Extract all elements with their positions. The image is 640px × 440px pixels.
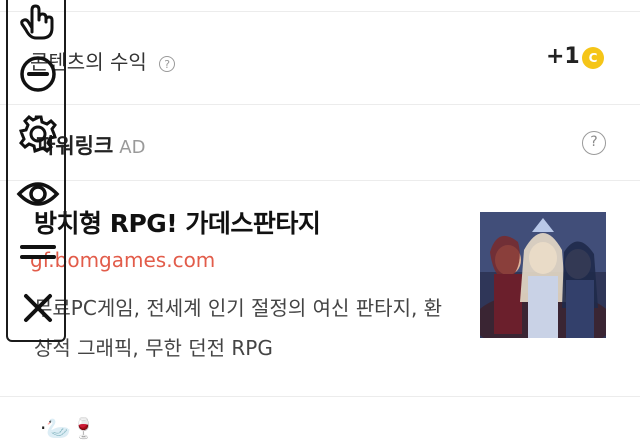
ad-thumbnail-image[interactable] bbox=[480, 212, 606, 338]
divider-content bbox=[0, 104, 640, 105]
divider-bottom bbox=[0, 396, 640, 397]
minus-button[interactable] bbox=[14, 50, 62, 98]
hand-pointer-button[interactable] bbox=[14, 0, 62, 42]
earnings-value: +1 bbox=[546, 44, 580, 69]
ad-headline-link[interactable]: 방치형 RPG! 가데스판타지 bbox=[34, 204, 321, 240]
ad-thumbnail-art bbox=[480, 212, 606, 338]
coin-icon: C bbox=[582, 47, 604, 69]
ad-badge: AD bbox=[119, 137, 146, 158]
eye-icon bbox=[16, 182, 60, 206]
menu-button[interactable] bbox=[14, 228, 62, 276]
view-button[interactable] bbox=[14, 170, 62, 218]
next-item-emoji: ·🦢🍷 bbox=[40, 416, 97, 440]
close-icon bbox=[24, 294, 52, 322]
help-icon[interactable]: ? bbox=[159, 55, 176, 72]
annotation-toolbar bbox=[6, 0, 66, 342]
hand-pointer-icon bbox=[20, 4, 54, 40]
ad-description: 무료PC게임, 전세계 인기 절정의 여신 판타지, 환상적 그래픽, 무한 던… bbox=[34, 296, 443, 360]
ad-info-icon[interactable]: ? bbox=[582, 131, 606, 155]
menu-lines-icon bbox=[20, 245, 56, 259]
close-button[interactable] bbox=[14, 284, 62, 332]
divider-top bbox=[0, 11, 640, 12]
divider-powerlink bbox=[0, 180, 640, 181]
minus-circle-icon bbox=[20, 56, 56, 92]
settings-button[interactable] bbox=[14, 110, 62, 158]
gear-icon bbox=[19, 115, 57, 153]
